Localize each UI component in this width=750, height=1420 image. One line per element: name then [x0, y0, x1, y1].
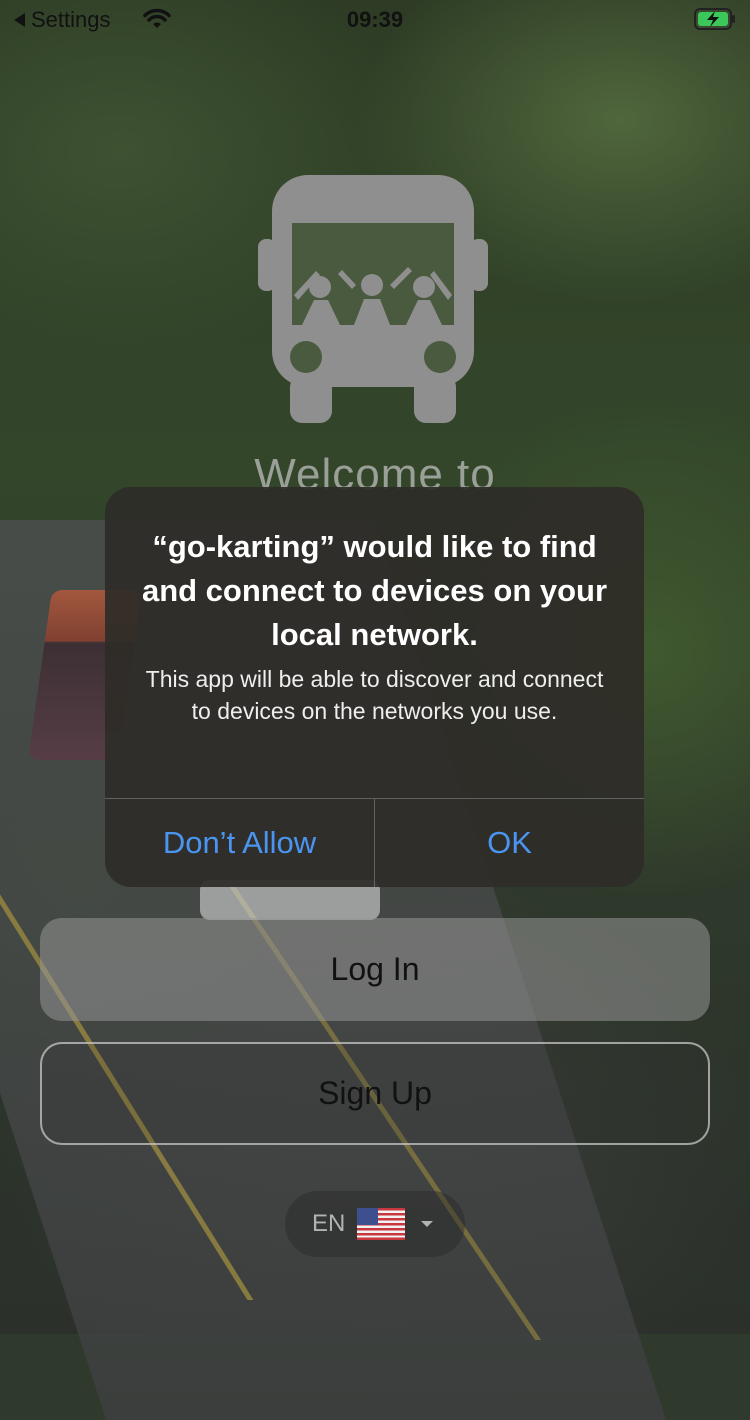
welcome-heading: Welcome to: [254, 450, 496, 490]
alert-title: “go-karting” would like to find and conn…: [141, 529, 608, 652]
alert-actions: Don’t Allow OK: [105, 798, 644, 887]
local-network-permission-alert: “go-karting” would like to find and conn…: [105, 487, 644, 887]
battery-charging-icon: [694, 8, 735, 30]
ok-button[interactable]: OK: [375, 799, 644, 887]
dont-allow-button[interactable]: Don’t Allow: [105, 799, 374, 887]
status-time: 09:39: [346, 7, 404, 32]
us-flag-icon: [357, 1208, 406, 1240]
bus-with-people-icon: [258, 175, 488, 423]
caret-down-icon: [421, 1221, 434, 1227]
language-code: EN: [312, 1210, 346, 1237]
alert-message: This app will be able to discover and co…: [145, 666, 604, 724]
log-in-button[interactable]: Log In: [40, 918, 710, 1021]
language-selector[interactable]: EN: [285, 1191, 465, 1257]
sign-up-button[interactable]: Sign Up: [40, 1042, 710, 1145]
status-bar: Settings 09:39: [0, 0, 750, 40]
